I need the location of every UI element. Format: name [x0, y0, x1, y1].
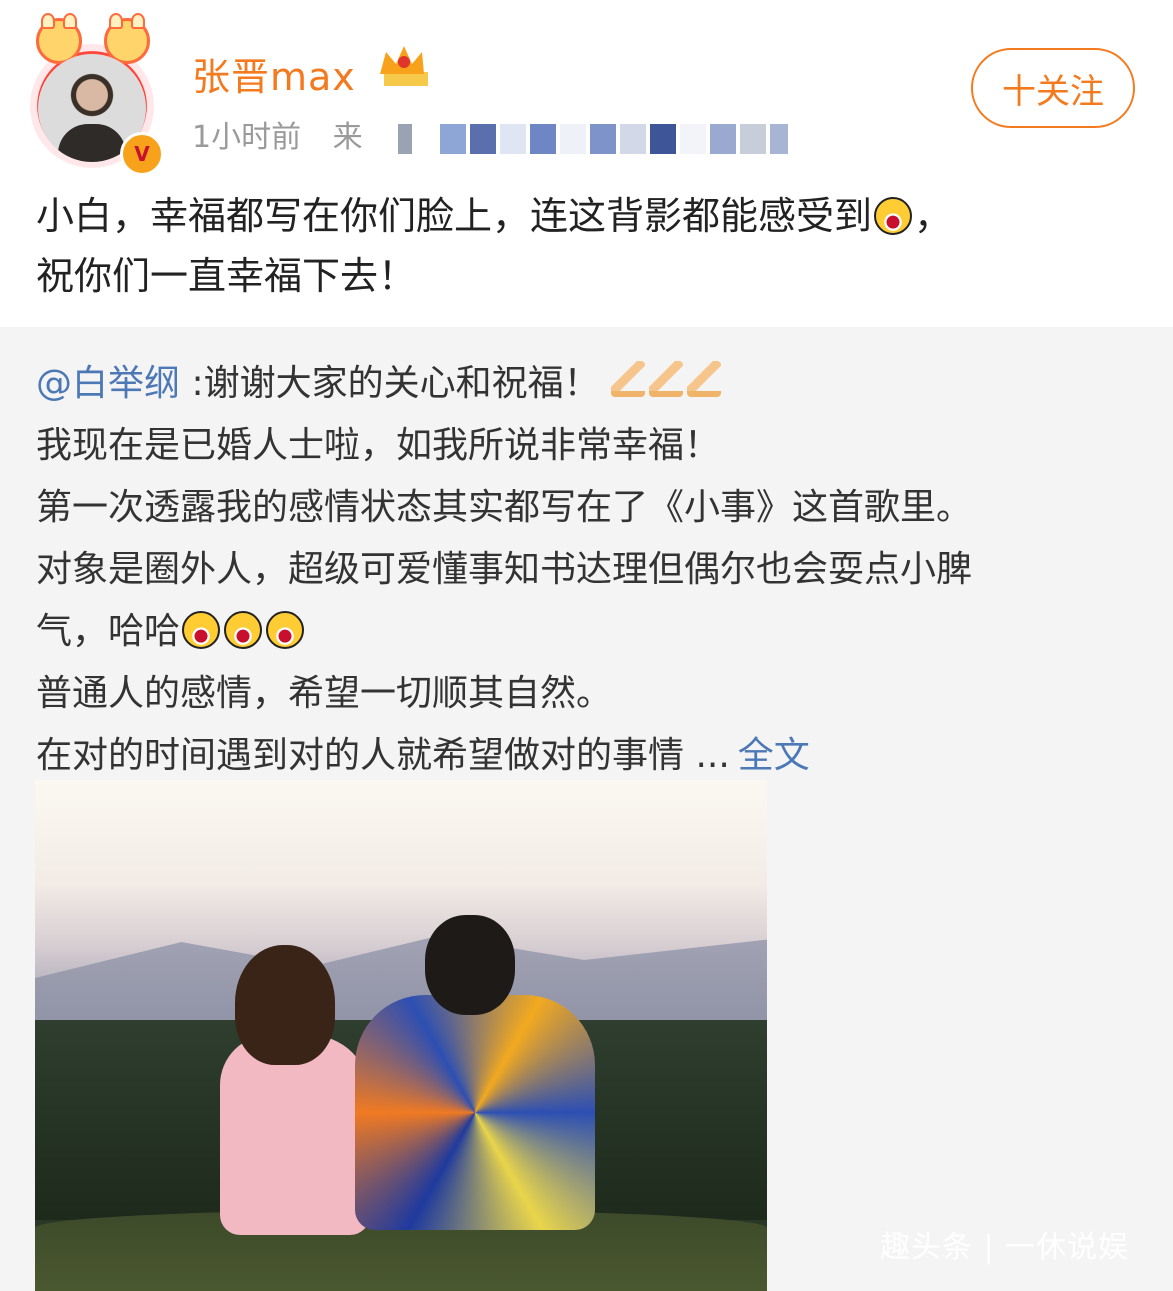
post-text-line2: 祝你们一直幸福下去！: [36, 254, 417, 298]
photo-girl-hair: [235, 945, 335, 1065]
repost-line5: 气，哈哈: [36, 611, 181, 652]
photo-boy: [355, 995, 595, 1230]
repost-line1: :谢谢大家的关心和祝福！: [180, 363, 600, 404]
read-more-link[interactable]: 全文: [738, 735, 810, 776]
crown-icon: [380, 46, 428, 86]
laughing-emoji-icon: [874, 197, 913, 235]
post-meta: 1小时前 来: [192, 112, 385, 156]
photo-girl: [220, 1035, 370, 1235]
laughing-emoji-icon: [182, 611, 221, 649]
pray-hands-icon: [649, 361, 684, 397]
couple-photo[interactable]: [35, 780, 767, 1291]
pray-hands-icon: [611, 361, 646, 397]
repost-line4: 对象是圈外人，超级可爱懂事知书达理但偶尔也会耍点小脾: [36, 549, 973, 590]
repost-line3: 第一次透露我的感情状态其实都写在了《小事》这首歌里。: [36, 487, 973, 528]
repost-line6: 普通人的感情，希望一切顺其自然。: [36, 673, 613, 714]
post-header: V 张晋max 1小时前 来 十关注 小白，幸福都写在你们脸上，连这背影都能感受…: [0, 0, 1173, 325]
watermark: 趣头条 | 一休说娱: [880, 1230, 1130, 1265]
repost-body: @白举纲 :谢谢大家的关心和祝福！ 我现在是已婚人士啦，如我所说非常幸福！ 第一…: [36, 353, 1146, 787]
post-time: 1小时前: [192, 120, 302, 155]
post-source-prefix: 来: [332, 120, 363, 155]
post-text-line1-end: ，: [914, 194, 953, 238]
follow-button[interactable]: 十关注: [971, 48, 1135, 128]
post-body: 小白，幸福都写在你们脸上，连这背影都能感受到 ， 祝你们一直幸福下去！: [36, 186, 1136, 306]
post-text-line1: 小白，幸福都写在你们脸上，连这背影都能感受到: [36, 194, 873, 238]
pray-hands-icon: [687, 361, 722, 397]
mention-link[interactable]: @白举纲: [36, 363, 180, 404]
blurred-source-device: [398, 124, 788, 154]
laughing-emoji-icon: [266, 611, 305, 649]
repost-line2: 我现在是已婚人士啦，如我所说非常幸福！: [36, 425, 721, 466]
username[interactable]: 张晋max: [192, 46, 356, 101]
reposted-card[interactable]: @白举纲 :谢谢大家的关心和祝福！ 我现在是已婚人士啦，如我所说非常幸福！ 第一…: [0, 327, 1173, 1291]
repost-line7: 在对的时间遇到对的人就希望做对的事情 ...: [36, 735, 730, 776]
weibo-post-screen: V 张晋max 1小时前 来 十关注 小白，幸福都写在你们脸上，连这背影都能感受…: [0, 0, 1173, 1291]
verified-v-icon: V: [120, 132, 164, 176]
photo-boy-head: [425, 915, 515, 1015]
laughing-emoji-icon: [224, 611, 263, 649]
avatar[interactable]: V: [28, 13, 168, 176]
